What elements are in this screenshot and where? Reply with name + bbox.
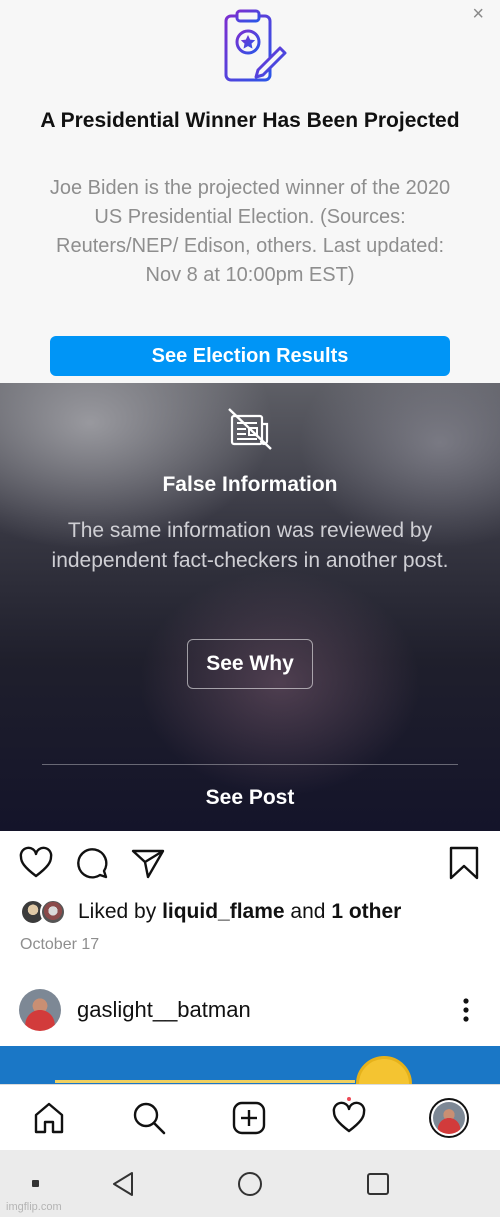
avatar (433, 1102, 465, 1134)
see-why-button[interactable]: See Why (187, 639, 313, 689)
home-circle-icon[interactable] (237, 1171, 263, 1197)
liker-avatars (20, 899, 72, 925)
watermark: imgflip.com (6, 1201, 62, 1213)
election-info-card: × A Presidential Winner Has Been Project… (0, 0, 500, 383)
more-vertical-icon[interactable] (455, 996, 477, 1024)
image-stripe (55, 1080, 355, 1083)
seal-image (356, 1056, 412, 1086)
no-news-icon (228, 408, 272, 450)
false-info-body: The same information was reviewed by ind… (51, 519, 449, 572)
likes-others[interactable]: 1 other (331, 900, 401, 924)
heart-icon[interactable] (19, 846, 53, 880)
bottom-navigation (0, 1084, 500, 1150)
divider (42, 764, 458, 765)
likes-summary[interactable]: Liked by liquid_flame and 1 other (20, 898, 401, 926)
activity-icon[interactable] (332, 1101, 366, 1135)
post-date: October 17 (20, 936, 100, 953)
bookmark-icon[interactable] (447, 846, 481, 880)
home-icon[interactable] (32, 1101, 66, 1135)
likes-prefix: Liked by (78, 900, 163, 923)
profile-avatar[interactable] (429, 1098, 469, 1138)
indicator-dot (32, 1180, 39, 1187)
see-election-results-button[interactable]: See Election Results (50, 336, 450, 376)
ballot-clipboard-icon (224, 9, 287, 82)
avatar (40, 899, 66, 925)
system-navigation-bar (0, 1150, 500, 1217)
see-post-button[interactable]: See Post (0, 786, 500, 810)
post-username[interactable]: gaslight__batman (77, 997, 251, 1023)
election-title: A Presidential Winner Has Been Projected (40, 109, 460, 132)
false-info-title: False Information (162, 473, 338, 496)
likes-middle: and (284, 900, 332, 923)
comment-icon[interactable] (75, 846, 109, 880)
back-icon[interactable] (110, 1170, 136, 1198)
next-post-image[interactable] (0, 1046, 500, 1086)
close-icon[interactable]: × (472, 4, 484, 24)
false-information-overlay: False Information The same information w… (0, 383, 500, 831)
search-icon[interactable] (132, 1101, 166, 1135)
recents-icon[interactable] (366, 1172, 390, 1196)
new-post-icon[interactable] (232, 1101, 266, 1135)
avatar[interactable] (19, 989, 61, 1031)
liker-username[interactable]: liquid_flame (162, 900, 285, 924)
election-body: Joe Biden is the projected winner of the… (49, 177, 451, 286)
share-icon[interactable] (131, 846, 165, 880)
